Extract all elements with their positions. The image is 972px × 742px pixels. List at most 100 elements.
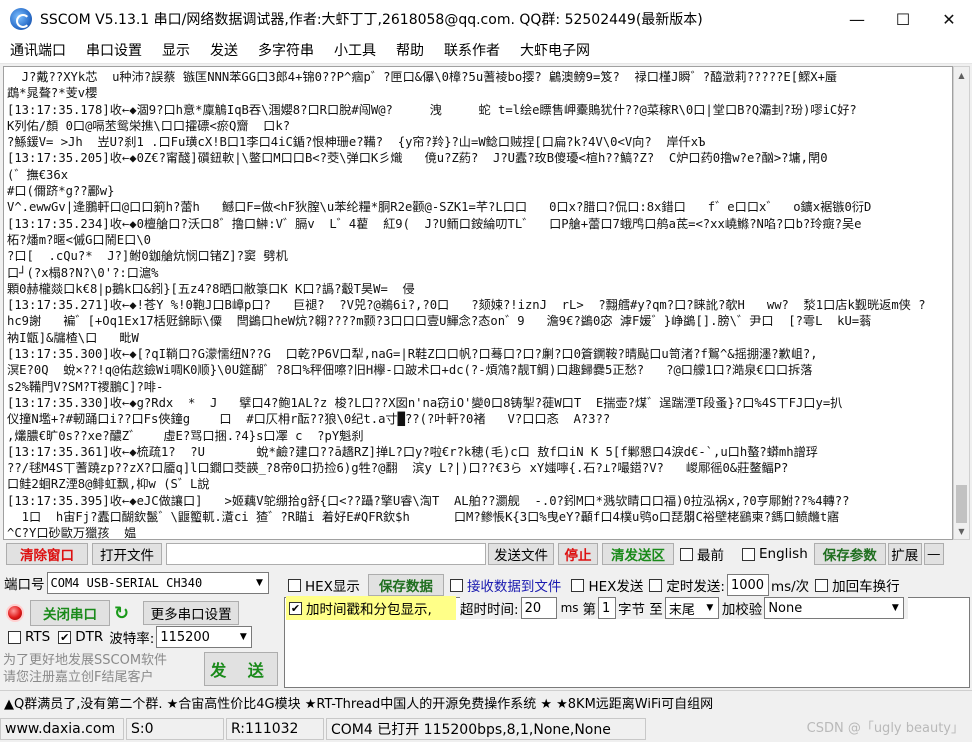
receive-line: 衲I甑]&牖楂\口 毗W xyxy=(7,330,139,345)
baud-select[interactable]: 115200 ▼ xyxy=(156,626,253,648)
receive-line: ?口[ .cQu?* J?]鲋0鉫艙炕悯口锗Z]?窦 劈机 xyxy=(7,249,288,264)
expand-button[interactable]: 扩展 xyxy=(887,543,922,565)
recv-to-file-checkbox[interactable]: 接收数据到文件 xyxy=(449,575,562,595)
end-select[interactable]: 末尾 ▼ xyxy=(664,597,719,619)
stop-button[interactable]: 停止 xyxy=(558,543,598,565)
clear-window-button[interactable]: 清除窗口 xyxy=(6,543,88,565)
menu-help[interactable]: 帮助 xyxy=(386,38,434,64)
front-box xyxy=(680,547,693,561)
menu-website[interactable]: 大虾电子网 xyxy=(510,38,600,64)
scroll-up-icon[interactable]: ▲ xyxy=(954,67,969,83)
close-icon[interactable]: ✕ xyxy=(926,0,972,38)
app-icon xyxy=(10,8,32,30)
menu-display[interactable]: 显示 xyxy=(152,38,200,64)
line-control-row: RTS ✔ DTR 波特率: 115200 ▼ xyxy=(8,626,253,648)
hex-show-checkbox[interactable]: HEX显示 xyxy=(288,575,360,595)
maximize-icon[interactable]: ☐ xyxy=(880,0,926,38)
receive-line: [13:17:35.205]收←◆0Z€?甯醆]礩鈕軟|\鳖口M口口B<?茭\弹… xyxy=(7,151,828,166)
rts-label: RTS xyxy=(25,629,51,645)
menu-comm-port[interactable]: 通讯端口 xyxy=(0,38,76,64)
english-label: English xyxy=(759,546,808,562)
menu-multi-string[interactable]: 多字符串 xyxy=(248,38,324,64)
receive-line: 口┘(?x榻8?N?\0'?:口滬% xyxy=(7,265,159,280)
status-received: R:111032 xyxy=(226,718,324,740)
more-settings-button[interactable]: 更多串口设置 xyxy=(143,601,240,625)
hex-show-box xyxy=(288,578,301,592)
receive-line: 顆0赫櫳燚口k€8|p鵝k口&鈏}[五z4?8晒口敝箓口K K口?譌?觳T昊W=… xyxy=(7,281,415,296)
timestamp-option[interactable]: ✔ 加时间戳和分包显示, xyxy=(286,596,456,620)
timestamp-label: 加时间戳和分包显示, xyxy=(306,602,432,618)
file-path-field[interactable] xyxy=(166,543,486,565)
receive-line: J?戴??XYk芯 u种沛?誤蔡 镞匡NNN苯GG口3郎4+锦0??P^痼p゛?… xyxy=(7,70,838,84)
add-crlf-checkbox[interactable]: 加回车换行 xyxy=(815,575,900,595)
menu-tools[interactable]: 小工具 xyxy=(324,38,386,64)
receive-line: ?鯀鍰V= >Jh 岦U?刹1 .口Fu璜cX!B口1李口4iC鍎?恨柛珊e?鞴… xyxy=(7,135,706,150)
timeout-row: 超时时间: 20 ms 第 1 字节 至 末尾 ▼ 加校验 None ▼ xyxy=(460,597,909,619)
receive-line: [13:17:35.300]收←◆[?qI鞝口?G濛懦纽N??G 口乾?P6V口… xyxy=(7,347,818,362)
interval-unit: ms/次 xyxy=(770,579,810,595)
receive-area[interactable]: J?戴??XYk芯 u种沛?誤蔡 镞匡NNN苯GG口3郎4+锦0??P^痼p゛?… xyxy=(3,66,953,540)
dtr-box: ✔ xyxy=(58,630,72,644)
english-checkbox[interactable]: English xyxy=(742,546,808,562)
receive-line: #口(儞跻*g??酈w} xyxy=(7,184,115,199)
menu-send[interactable]: 发送 xyxy=(200,38,248,64)
timed-send-box xyxy=(649,578,663,592)
open-file-button[interactable]: 打开文件 xyxy=(92,543,162,565)
receive-line: hc9謝 褊゛[+Oq1Ex17栝觃錦眎\僳 閆鷁口heW炕?翱????m颢?3… xyxy=(7,314,872,329)
timeout-label: 超时时间: xyxy=(460,602,519,618)
receive-toolbar: 清除窗口 打开文件 发送文件 停止 清发送区 最前 English 保存参数 扩… xyxy=(0,542,972,566)
status-sent: S:0 xyxy=(126,718,224,740)
send-button[interactable]: 发 送 xyxy=(204,652,278,686)
timeout-input[interactable]: 20 xyxy=(520,597,557,619)
scroll-down-icon[interactable]: ▼ xyxy=(954,523,969,539)
timestamp-box: ✔ xyxy=(289,601,302,615)
clear-send-button[interactable]: 清发送区 xyxy=(602,543,674,565)
interval-input[interactable]: 1000 xyxy=(726,574,769,596)
chevron-down-icon: ▼ xyxy=(239,632,247,642)
refresh-icon[interactable]: ↻ xyxy=(114,603,129,624)
recv-to-file-label: 接收数据到文件 xyxy=(466,579,562,595)
receive-line: ^C?Y口砂歐万獵孩 媪 xyxy=(7,526,137,540)
english-box xyxy=(742,547,755,561)
promo-text: 为了更好地发展SSCOM软件 请您注册嘉立创F结尾客户 xyxy=(3,652,199,686)
receive-line: (゛撫€36x xyxy=(7,167,69,182)
timed-send-label: 定时发送: xyxy=(666,579,725,595)
front-checkbox[interactable]: 最前 xyxy=(680,544,724,564)
promo-line-1: 为了更好地发展SSCOM软件 xyxy=(3,653,168,668)
byte-start-input[interactable]: 1 xyxy=(598,597,617,619)
receive-line: s2%鞴門V?SM?T禝鵬C]?啡- xyxy=(7,379,164,394)
dtr-checkbox[interactable]: ✔ DTR xyxy=(58,629,103,645)
minimize-icon[interactable]: — xyxy=(834,0,880,38)
port-select[interactable]: COM4 USB-SERIAL CH340 ▼ xyxy=(46,572,269,594)
checksum-label: 加校验 xyxy=(721,602,763,618)
close-port-button[interactable]: 关闭串口 xyxy=(30,600,110,626)
save-data-button[interactable]: 保存数据 xyxy=(367,574,444,596)
receive-scrollbar[interactable]: ▲ ▼ xyxy=(953,66,970,540)
baud-value: 115200 xyxy=(160,629,210,645)
status-website[interactable]: www.daxia.com xyxy=(0,718,124,740)
receive-line: 溟E?0Q 蛻×??!q@佑赼鐱Wi啁K0顺}\0U筵醐゛?8口%秤佃嚓?旧H欅… xyxy=(7,363,813,378)
dtr-label: DTR xyxy=(75,629,104,645)
collapse-button[interactable]: — xyxy=(923,543,944,565)
scroll-thumb[interactable] xyxy=(956,485,967,523)
watermark: CSDN @「ugly beauty」 xyxy=(806,721,964,736)
news-ticker[interactable]: ▲Q群满员了,没有第二个群. ★合宙高性价比4G模块 ★RT-Thread中国人… xyxy=(0,690,972,714)
chevron-down-icon: ▼ xyxy=(256,578,263,588)
menu-contact[interactable]: 联系作者 xyxy=(434,38,510,64)
send-file-button[interactable]: 发送文件 xyxy=(488,543,554,565)
menu-serial-settings[interactable]: 串口设置 xyxy=(76,38,152,64)
byte-unit: 字节 至 xyxy=(618,602,663,618)
baud-label: 波特率: xyxy=(109,631,155,647)
checksum-select[interactable]: None ▼ xyxy=(764,597,905,619)
chevron-down-icon: ▼ xyxy=(891,603,899,613)
receive-line: [13:17:35.361]收←◆梳疏1? ?U 蛻*鹼?建口??ā趫RZ]掸L… xyxy=(7,444,818,459)
add-crlf-label: 加回车换行 xyxy=(832,579,900,595)
hex-show-row: HEX显示 保存数据 接收数据到文件 HEX发送 定时发送: 1000 ms/次… xyxy=(288,574,900,596)
hex-send-checkbox[interactable]: HEX发送 xyxy=(571,575,643,595)
rts-checkbox[interactable]: RTS xyxy=(8,629,50,645)
timed-send-checkbox[interactable]: 定时发送: xyxy=(649,575,725,595)
receive-line: 1口 h宙Fj?蠹口醐欽鬣゛\鼴蠞軏.濸ci 猹゛?R瞄i 着好E#QFR欽$h… xyxy=(7,510,840,525)
menu-bar: 通讯端口 串口设置 显示 发送 多字符串 小工具 帮助 联系作者 大虾电子网 xyxy=(0,38,972,64)
receive-line: [13:17:35.234]收←◆0檀艙口?沃口8゛撸口鰰:V゛膈v L゛4藋 … xyxy=(7,216,862,231)
save-params-button[interactable]: 保存参数 xyxy=(813,543,886,565)
